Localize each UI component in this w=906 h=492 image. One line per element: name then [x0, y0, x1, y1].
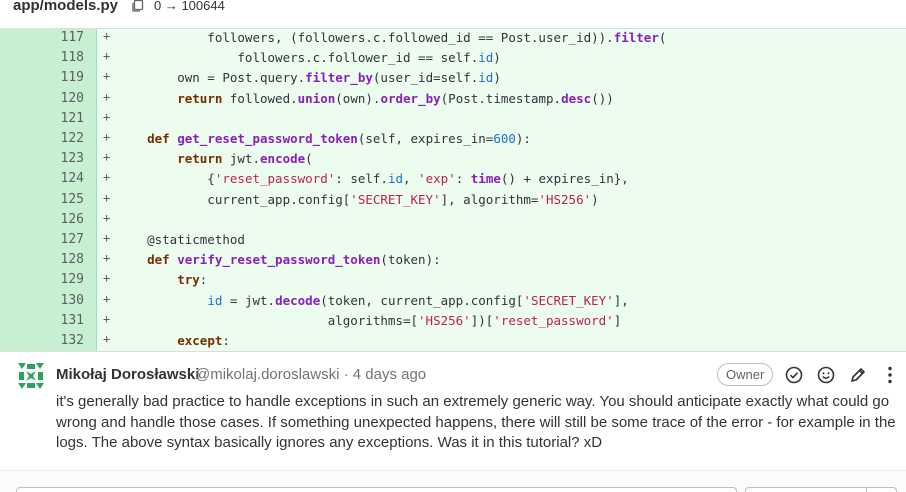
line-number[interactable]: 131 [61, 313, 84, 328]
code-line: return followed.union(own).order_by(Post… [177, 90, 614, 106]
added-line-sign: + [103, 251, 111, 266]
resolve-thread-button[interactable] [745, 487, 897, 492]
diff-line: 129 + try: [0, 271, 906, 292]
diff-line: 122 + def get_reset_password_token(self, … [0, 130, 906, 151]
resolve-thread-icon[interactable] [784, 365, 804, 385]
comment-body: it's generally bad practice to handle ex… [56, 393, 896, 451]
line-gutter[interactable]: 129 [0, 271, 97, 292]
added-line-sign: + [103, 89, 111, 104]
line-number[interactable]: 119 [61, 70, 84, 85]
added-line-sign: + [103, 311, 111, 326]
added-line-sign: + [103, 150, 111, 165]
diff-line: 131 + algorithms=['HS256'])['reset_passwo… [0, 311, 906, 332]
edit-icon[interactable] [848, 365, 868, 385]
line-gutter[interactable]: 128 [0, 251, 97, 272]
code-line: followers.c.follower_id == self.id) [117, 50, 501, 66]
diff-line: 127 + @staticmethod [0, 231, 906, 252]
diff-line: 120 + return followed.union(own).order_by… [0, 89, 906, 110]
line-number[interactable]: 124 [61, 171, 84, 186]
line-number[interactable]: 126 [61, 212, 84, 227]
line-number[interactable]: 117 [61, 30, 84, 45]
line-gutter[interactable]: 117 [0, 29, 97, 50]
added-line-sign: + [103, 291, 111, 306]
file-name[interactable]: app/models.py [13, 0, 118, 14]
discussion-comment: Mikołaj Dorosławski @mikolaj.doroslawski… [0, 352, 906, 470]
line-number[interactable]: 125 [61, 192, 84, 207]
line-gutter[interactable]: 122 [0, 130, 97, 151]
diff-line: 118 + followers.c.follower_id == self.id) [0, 49, 906, 70]
owner-badge: Owner [717, 363, 774, 386]
line-number[interactable]: 118 [61, 50, 84, 65]
avatar[interactable] [16, 361, 46, 391]
diff-view: 117 + followers, (followers.c.followed_id… [0, 29, 906, 353]
line-number[interactable]: 128 [61, 252, 84, 267]
line-number[interactable]: 121 [61, 111, 84, 126]
line-gutter[interactable]: 127 [0, 231, 97, 252]
line-gutter[interactable]: 132 [0, 332, 97, 353]
line-number[interactable]: 130 [61, 293, 84, 308]
added-line-sign: + [103, 190, 111, 205]
copy-file-path-icon[interactable] [131, 0, 145, 13]
line-gutter[interactable]: 118 [0, 49, 97, 70]
added-line-sign: + [103, 49, 111, 64]
code-line: try: [177, 272, 208, 288]
line-gutter[interactable]: 131 [0, 311, 97, 332]
line-number[interactable]: 127 [61, 232, 84, 247]
diff-line: 124 + {'reset_password': self.id, 'exp': … [0, 170, 906, 191]
code-line: @staticmethod [117, 232, 245, 247]
diff-line: 121 + [0, 109, 906, 130]
diff-line: 130 + id = jwt.decode(token, current_app.… [0, 291, 906, 312]
reply-area [0, 470, 906, 492]
line-number[interactable]: 123 [61, 151, 84, 166]
file-header: app/models.py 0 → 100644 [0, 0, 906, 29]
line-number[interactable]: 122 [61, 131, 84, 146]
diff-line: 123 + return jwt.encode( [0, 150, 906, 171]
resolve-split [866, 487, 867, 492]
line-gutter[interactable]: 126 [0, 210, 97, 231]
line-number[interactable]: 120 [61, 91, 84, 106]
line-gutter[interactable]: 121 [0, 109, 97, 130]
code-line: algorithms=['HS256'])['reset_password'] [117, 312, 622, 328]
code-line: id = jwt.decode(token, current_app.confi… [207, 292, 629, 308]
reply-input[interactable] [16, 487, 737, 492]
line-gutter[interactable]: 123 [0, 150, 97, 171]
code-line: own = Post.query.filter_by(user_id=self.… [117, 70, 501, 86]
added-line-sign: + [103, 130, 111, 144]
added-line-sign: + [103, 210, 111, 225]
line-gutter[interactable]: 124 [0, 170, 97, 191]
more-actions-icon[interactable] [880, 365, 900, 385]
line-number[interactable]: 132 [61, 333, 84, 348]
code-line: def verify_reset_password_token(token): [147, 252, 441, 268]
diff-line: 126 + [0, 210, 906, 231]
add-reaction-icon[interactable] [816, 365, 836, 385]
code-line: def get_reset_password_token(self, expir… [147, 131, 531, 146]
code-line: followers, (followers.c.followed_id == P… [117, 30, 667, 45]
comment-meta[interactable]: @mikolaj.doroslawski · 4 days ago [195, 366, 426, 383]
diff-line: 128 + def verify_reset_password_token(tok… [0, 251, 906, 272]
added-line-sign: + [103, 332, 111, 346]
diff-line: 117 + followers, (followers.c.followed_id… [0, 29, 906, 50]
comment-author[interactable]: Mikołaj Dorosławski [56, 366, 199, 383]
line-gutter[interactable]: 119 [0, 69, 97, 90]
code-line: current_app.config['SECRET_KEY'], algori… [117, 191, 599, 207]
code-line: return jwt.encode( [177, 151, 313, 167]
added-line-sign: + [103, 69, 111, 84]
added-line-sign: + [103, 231, 111, 245]
code-line: {'reset_password': self.id, 'exp': time(… [117, 171, 629, 187]
diff-line: 119 + own = Post.query.filter_by(user_id=… [0, 69, 906, 90]
line-gutter[interactable]: 120 [0, 89, 97, 110]
file-mode-change: 0 → 100644 [154, 0, 225, 13]
added-line-sign: + [103, 109, 111, 124]
diff-line: 125 + current_app.config['SECRET_KEY'], a… [0, 190, 906, 211]
line-gutter[interactable]: 125 [0, 190, 97, 211]
added-line-sign: + [103, 170, 111, 185]
line-gutter[interactable]: 130 [0, 291, 97, 312]
code-line: except: [177, 333, 230, 348]
added-line-sign: + [103, 271, 111, 286]
line-number[interactable]: 129 [61, 272, 84, 287]
diff-line: 132 + except: [0, 332, 906, 353]
added-line-sign: + [103, 29, 111, 43]
